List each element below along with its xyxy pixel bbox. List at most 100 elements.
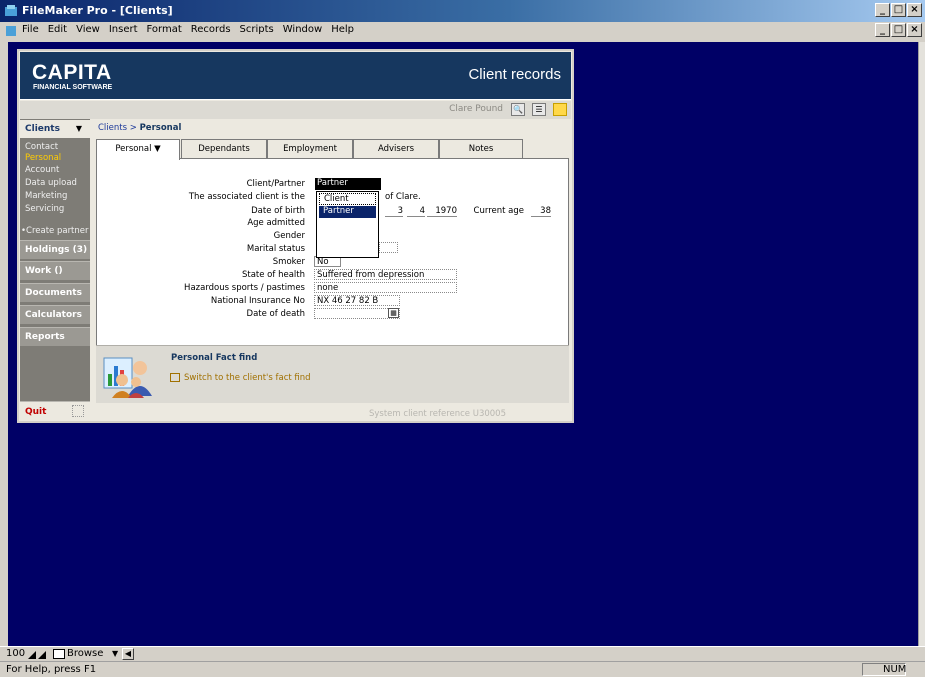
people-chart-icon: [103, 357, 152, 398]
system-client-reference: System client reference U30005: [369, 409, 506, 419]
tab-advisers[interactable]: Advisers: [353, 139, 439, 158]
switch-fact-find-link[interactable]: Switch to the client's fact find: [184, 373, 311, 383]
grid-icon[interactable]: [72, 405, 84, 417]
switch-icon[interactable]: [170, 373, 180, 382]
label-marital-status: Marital status: [246, 244, 305, 254]
menu-format[interactable]: Format: [147, 24, 182, 35]
title-bar: FileMaker Pro - [Clients] _ □ ×: [0, 0, 925, 22]
calendar-icon[interactable]: ▦: [388, 308, 399, 318]
note-icon[interactable]: [553, 103, 567, 116]
doc-close-icon[interactable]: ×: [907, 23, 922, 37]
capita-logo-subtitle: FINANCIAL SOFTWARE: [33, 84, 113, 91]
menu-records[interactable]: Records: [191, 24, 231, 35]
document-icon[interactable]: [4, 24, 18, 38]
breadcrumb-clients[interactable]: Clients: [98, 123, 127, 133]
doc-minimize-icon[interactable]: _: [875, 23, 890, 37]
vertical-scrollbar[interactable]: [918, 42, 925, 646]
sidebar-item-account[interactable]: Account: [25, 165, 59, 175]
bottom-toolbar: 100 Browse ▼ ◀: [0, 646, 925, 660]
tab-employment[interactable]: Employment: [267, 139, 353, 158]
menu-insert[interactable]: Insert: [109, 24, 138, 35]
breadcrumb-current: Personal: [139, 123, 182, 133]
quit-bar: Quit: [20, 401, 90, 421]
help-text: For Help, press F1: [6, 664, 97, 675]
marital-status-field[interactable]: [379, 242, 398, 253]
header: CAPITA FINANCIAL SOFTWARE Client records: [20, 52, 571, 100]
sidebar-button-holdings[interactable]: Holdings (3): [20, 240, 90, 259]
menu-view[interactable]: View: [76, 24, 100, 35]
list-view-icon[interactable]: ☰: [532, 103, 546, 116]
capita-logo: CAPITA: [32, 61, 112, 84]
sidebar-item-servicing[interactable]: Servicing: [25, 204, 64, 214]
sidebar-clients-header[interactable]: Clients ▼: [20, 120, 90, 138]
sidebar-button-documents[interactable]: Documents: [20, 283, 90, 302]
associated-suffix: of Clare.: [385, 192, 421, 202]
fact-find-section: Personal Fact find Switch to the client'…: [96, 345, 569, 403]
menu-help[interactable]: Help: [331, 24, 354, 35]
left-border: [0, 42, 8, 646]
label-date-of-death: Date of death: [246, 309, 305, 319]
label-associated-client: The associated client is the: [188, 192, 305, 202]
restore-icon[interactable]: □: [891, 3, 906, 17]
label-client-partner: Client/Partner: [246, 179, 305, 189]
sidebar-item-data-upload[interactable]: Data upload: [25, 178, 77, 188]
label-national-insurance: National Insurance No: [210, 296, 305, 306]
tab-notes[interactable]: Notes: [439, 139, 523, 158]
client-partner-select[interactable]: Partner: [315, 178, 381, 190]
client-records-panel: CAPITA FINANCIAL SOFTWARE Client records…: [17, 49, 574, 423]
menu-scripts[interactable]: Scripts: [240, 24, 274, 35]
label-gender: Gender: [273, 231, 305, 241]
label-smoker: Smoker: [272, 257, 305, 267]
mode-label: Browse: [67, 648, 104, 659]
user-name: Clare Pound: [449, 104, 503, 114]
zoom-icons[interactable]: [28, 649, 48, 659]
sidebar-item-personal[interactable]: Personal: [25, 153, 61, 163]
menu-file[interactable]: File: [22, 24, 39, 35]
document-window-controls: _ □ ×: [875, 23, 922, 37]
menu-edit[interactable]: Edit: [48, 24, 67, 35]
state-of-health-field[interactable]: Suffered from depression: [314, 269, 457, 280]
sidebar-button-calculators[interactable]: Calculators: [20, 305, 90, 324]
close-icon[interactable]: ×: [907, 3, 922, 17]
menu-bar: File Edit View Insert Format Records Scr…: [0, 22, 925, 40]
sidebar: Clients ▼ Contact Personal Account Data …: [20, 119, 90, 421]
doc-restore-icon[interactable]: □: [891, 23, 906, 37]
client-partner-dropdown: Client Partner: [316, 191, 379, 258]
sidebar-clients-label: Clients: [25, 124, 60, 134]
current-age-value: 38: [531, 206, 551, 217]
tab-dependants[interactable]: Dependants: [181, 139, 267, 158]
num-lock-indicator: NUM: [862, 663, 906, 676]
zoom-level[interactable]: 100: [6, 648, 25, 659]
scroll-left-icon[interactable]: ◀: [122, 648, 134, 660]
fact-find-title: Personal Fact find: [171, 353, 258, 363]
label-hazardous-sports: Hazardous sports / pastimes: [184, 283, 305, 293]
label-state-of-health: State of health: [241, 270, 305, 280]
window-title: FileMaker Pro - [Clients]: [22, 4, 173, 17]
filemaker-app-icon[interactable]: [4, 4, 18, 18]
minimize-icon[interactable]: _: [875, 3, 890, 17]
sidebar-button-work[interactable]: Work (): [20, 261, 90, 280]
dropdown-option-client[interactable]: Client: [319, 193, 376, 205]
quit-button[interactable]: Quit: [25, 407, 46, 417]
breadcrumb-separator: >: [127, 123, 140, 133]
menu-window[interactable]: Window: [283, 24, 322, 35]
label-date-of-birth: Date of birth: [251, 206, 305, 216]
status-area-icon[interactable]: [53, 649, 65, 659]
sidebar-item-marketing[interactable]: Marketing: [25, 191, 67, 201]
page-heading: Client records: [468, 66, 561, 83]
breadcrumb: Clients > Personal: [98, 123, 181, 133]
label-age-admitted: Age admitted: [247, 218, 305, 228]
sidebar-item-contact[interactable]: Contact: [25, 142, 58, 152]
create-partner-link[interactable]: •Create partner: [21, 226, 89, 236]
window-controls: _ □ ×: [875, 3, 922, 17]
search-records-icon[interactable]: 🔍: [511, 103, 525, 116]
hazardous-sports-field[interactable]: none: [314, 282, 457, 293]
dropdown-option-partner[interactable]: Partner: [319, 206, 376, 218]
mode-dropdown-icon[interactable]: ▼: [112, 649, 118, 658]
user-bar: Clare Pound 🔍 ☰: [20, 101, 571, 119]
tab-personal[interactable]: Personal ▼: [96, 139, 180, 160]
status-bar: For Help, press F1 NUM: [0, 661, 925, 677]
chevron-down-icon: ▼: [75, 124, 82, 133]
national-insurance-field[interactable]: NX 46 27 82 B: [314, 295, 400, 306]
sidebar-button-reports[interactable]: Reports: [20, 327, 90, 346]
